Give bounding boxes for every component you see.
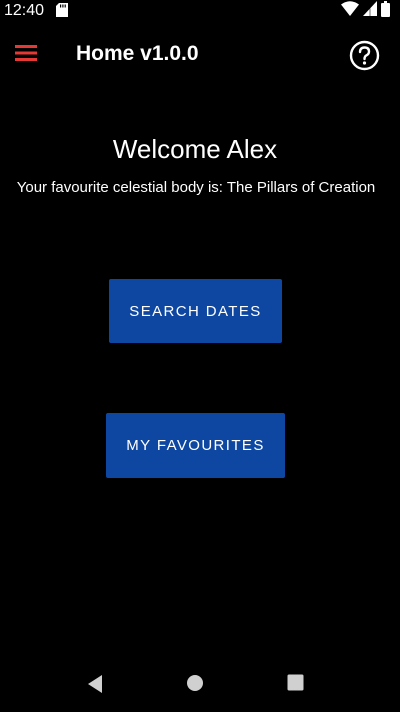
hamburger-menu-icon[interactable] — [14, 42, 38, 64]
battery-icon — [381, 0, 390, 22]
home-icon[interactable] — [186, 674, 204, 692]
help-circle-icon[interactable] — [349, 40, 380, 71]
signal-icon — [363, 1, 377, 21]
page-title: Home v1.0.0 — [76, 42, 199, 65]
favourite-celestial-text: Your favourite celestial body is: The Pi… — [16, 179, 376, 196]
sd-card-icon — [56, 3, 68, 17]
wifi-icon — [341, 1, 359, 21]
status-time: 12:40 — [4, 2, 45, 19]
home-screen: 12:40 Home v1.0.0 Welcome Alex Your favo… — [0, 0, 400, 712]
search-dates-button[interactable]: SEARCH DATES — [109, 279, 282, 343]
welcome-heading: Welcome Alex — [112, 134, 278, 164]
app-bar: Home v1.0.0 — [0, 22, 400, 86]
recents-icon[interactable] — [287, 674, 304, 691]
status-icons — [341, 0, 390, 22]
status-bar: 12:40 — [0, 0, 400, 22]
my-favourites-button[interactable]: MY FAVOURITES — [106, 413, 285, 478]
back-icon[interactable] — [85, 674, 105, 694]
system-nav-bar — [0, 656, 400, 712]
